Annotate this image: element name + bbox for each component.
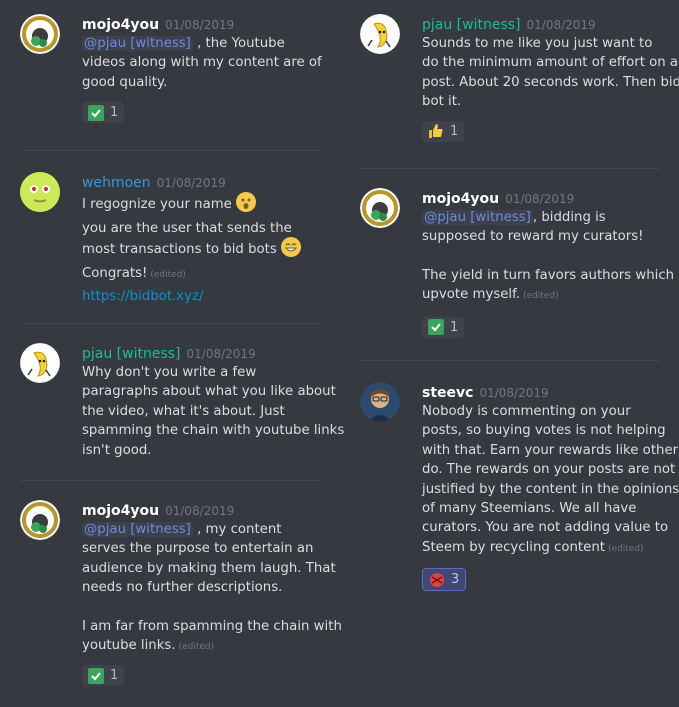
reaction-count: 1 <box>110 668 119 684</box>
message: pjau [witness] 01/08/2019 Why don't you w… <box>20 343 345 460</box>
message-text: , the Youtube <box>192 36 285 51</box>
message-text: the video, what it's about. Just <box>82 403 285 419</box>
message: mojo4you 01/08/2019 @pjau [witness] , my … <box>20 500 342 687</box>
divider <box>20 150 320 151</box>
message-text: Steem by recycling content <box>422 539 605 555</box>
avatar[interactable] <box>360 14 400 54</box>
message-text: posts, so buying votes is not helping <box>422 423 666 439</box>
checkmark-icon <box>88 667 104 684</box>
divider <box>360 360 660 361</box>
message-text: with that. Earn your rewards like others <box>422 442 679 458</box>
author-name[interactable]: pjau [witness] <box>422 17 521 33</box>
message-text: , my content <box>192 522 282 537</box>
message-text: youtube links. <box>82 638 176 654</box>
message-text: do the minimum amount of effort on a <box>422 55 679 71</box>
message-text: audience by making them laugh. That <box>82 560 336 576</box>
message-text: you are the user that sends the <box>82 221 292 236</box>
message: pjau [witness] 01/08/2019 Sounds to me li… <box>360 14 679 143</box>
message-text: The yield in turn favors authors which I <box>422 267 679 283</box>
message-text: good quality. <box>82 74 168 90</box>
message-text: of many Steemians. We all have <box>422 501 637 517</box>
message-text: serves the purpose to entertain an <box>82 541 314 557</box>
message-text: justified by the content in the opinions <box>422 481 679 497</box>
message: steevc 01/08/2019 Nobody is commenting on… <box>360 382 679 592</box>
reaction-check[interactable]: 1 <box>422 316 465 338</box>
author-name[interactable]: wehmoen <box>82 175 151 191</box>
message: wehmoen 01/08/2019 I regognize your name … <box>20 172 340 307</box>
timestamp: 01/08/2019 <box>186 347 256 361</box>
reaction-thinking[interactable]: 3 <box>422 568 467 592</box>
reaction-check[interactable]: 1 <box>82 102 125 124</box>
message-text: curators. You are not adding value to <box>422 520 669 536</box>
surprised-emoji-icon <box>235 192 256 212</box>
reaction-count: 1 <box>450 319 459 335</box>
message-text: paragraphs about what you like about <box>82 384 336 400</box>
reaction-emoji-icon <box>429 572 445 588</box>
author-name[interactable]: mojo4you <box>422 191 499 207</box>
message: mojo4you 01/08/2019 @pjau [witness], bidd… <box>360 188 679 338</box>
message-text: do. The rewards on your posts are not <box>422 462 676 478</box>
reaction-count: 1 <box>450 123 459 139</box>
timestamp: 01/08/2019 <box>165 504 235 518</box>
user-mention[interactable]: @pjau [witness] <box>82 36 193 51</box>
message: mojo4you 01/08/2019 @pjau [witness] , the… <box>20 14 340 124</box>
edited-label: (edited) <box>607 543 644 554</box>
edited-label: (edited) <box>150 270 186 280</box>
timestamp: 01/08/2019 <box>165 18 235 32</box>
timestamp: 01/08/2019 <box>526 18 596 32</box>
message-text: I am far from spamming the chain with <box>82 618 342 634</box>
edited-label: (edited) <box>523 291 559 302</box>
author-name[interactable]: steevc <box>422 385 473 401</box>
message-text: isn't good. <box>82 442 152 458</box>
avatar[interactable] <box>20 500 60 540</box>
message-text: supposed to reward my curators! <box>422 229 644 245</box>
author-name[interactable]: pjau [witness] <box>82 346 181 362</box>
avatar[interactable] <box>360 188 400 228</box>
timestamp: 01/08/2019 <box>156 176 226 190</box>
reaction-thumbs-up[interactable]: 1 <box>422 120 465 142</box>
message-text: I regognize your name <box>82 197 232 212</box>
user-mention[interactable]: @pjau [witness] <box>82 522 193 537</box>
message-text: Congrats! <box>82 266 148 281</box>
user-mention[interactable]: @pjau [witness] <box>422 210 533 225</box>
author-name[interactable]: mojo4you <box>82 17 159 33</box>
author-name[interactable]: mojo4you <box>82 503 159 519</box>
checkmark-icon <box>428 319 444 336</box>
checkmark-icon <box>88 104 104 121</box>
edited-label: (edited) <box>178 642 215 653</box>
message-text: Nobody is commenting on your <box>422 404 631 419</box>
avatar[interactable] <box>20 14 60 54</box>
message-text: Why don't you write a few <box>82 365 257 380</box>
avatar[interactable] <box>20 343 60 383</box>
reaction-count: 1 <box>110 105 119 121</box>
divider <box>20 323 320 324</box>
divider <box>20 480 320 481</box>
message-text: upvote myself. <box>422 287 521 303</box>
message-text: needs no further descriptions. <box>82 580 283 596</box>
timestamp: 01/08/2019 <box>479 386 549 400</box>
message-text: , bidding is <box>532 210 606 225</box>
reaction-count: 3 <box>451 572 460 588</box>
thumbs-up-icon <box>428 123 444 139</box>
avatar[interactable] <box>20 172 60 212</box>
grinning-emoji-icon <box>280 237 301 257</box>
message-link[interactable]: https://bidbot.xyz/ <box>82 289 203 304</box>
reaction-check[interactable]: 1 <box>82 665 125 687</box>
message-text: videos along with my content are of <box>82 55 322 71</box>
timestamp: 01/08/2019 <box>505 192 575 206</box>
avatar[interactable] <box>360 382 400 422</box>
message-text: spamming the chain with youtube links <box>82 423 345 439</box>
message-text: Sounds to me like you just want to <box>422 36 653 51</box>
divider <box>360 168 660 169</box>
message-text: post. About 20 seconds work. Then bid <box>422 74 679 90</box>
message-text: bot it. <box>422 94 462 110</box>
message-text: most transactions to bid bots <box>82 242 277 257</box>
